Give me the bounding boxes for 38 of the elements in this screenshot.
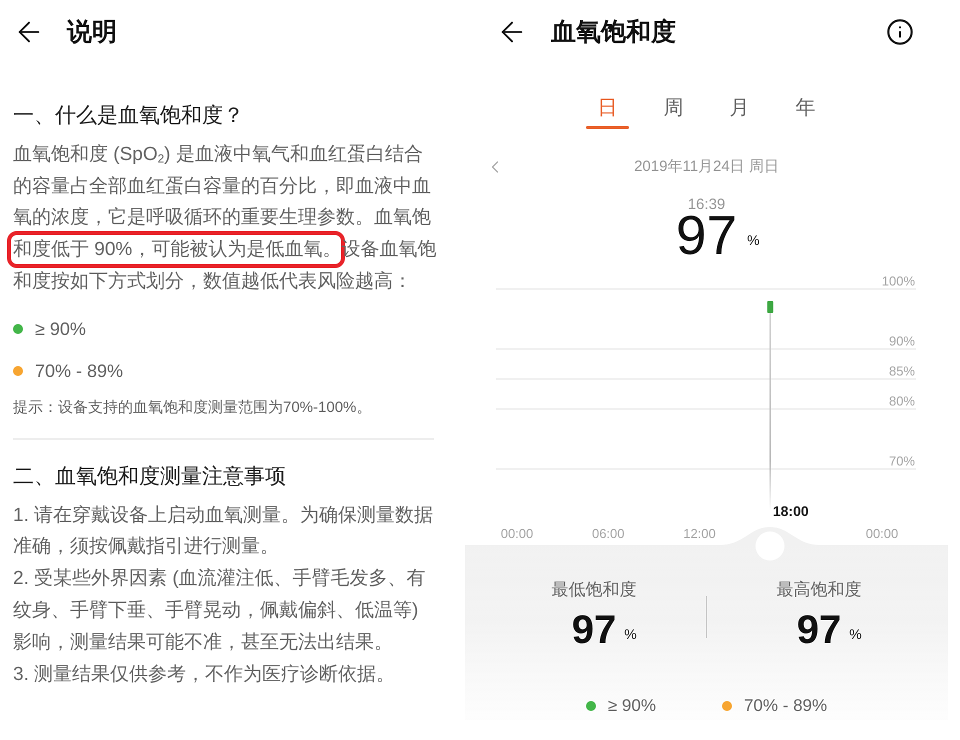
unit-label: %: [624, 626, 637, 642]
data-point: [767, 301, 774, 313]
scrubber-time-label: 18:00: [772, 503, 809, 520]
legend-label: ≥ 90%: [35, 318, 86, 341]
legend-label: 70% - 89%: [35, 360, 124, 383]
axis-label: 85%: [888, 364, 915, 378]
page-title: 说明: [67, 17, 117, 48]
axis-label: 100%: [882, 274, 915, 288]
axis-label: 06:00: [592, 526, 625, 541]
note-item: 2. 受某些外界因素 (血流灌注低、手臂毛发多、有纹身、手臂下垂、手臂晃动，佩戴偏斜、低温等) 影响，测量结果可能不准，甚至无法出结果。: [13, 567, 427, 655]
legend-label: ≥ 90%: [608, 695, 656, 717]
info-icon: [886, 18, 914, 46]
page-title: 血氧饱和度: [551, 17, 676, 48]
tip-text: 提示：设备支持的血氧饱和度测量范围为70%-100%。: [13, 398, 372, 418]
time-label: 16:39: [688, 197, 726, 213]
section-heading: 一、什么是血氧饱和度？: [13, 103, 244, 129]
axis-label: 12:00: [683, 526, 716, 541]
unit-label: %: [747, 232, 760, 248]
period-tab[interactable]: 年: [772, 90, 838, 130]
period-tab[interactable]: 月: [706, 90, 772, 130]
info-button[interactable]: [886, 18, 914, 46]
axis-label: 00:00: [500, 526, 534, 541]
stat-label: 最高饱和度: [776, 579, 862, 601]
stat-label: 最低饱和度: [552, 579, 636, 601]
axis-label: 90%: [888, 334, 915, 348]
period-tab[interactable]: 周: [640, 90, 706, 130]
stat-value: 97: [572, 608, 616, 652]
section-heading: 二、血氧饱和度测量注意事项: [13, 464, 286, 490]
legend-label: 70% - 89%: [744, 695, 828, 717]
period-tab[interactable]: 日: [574, 90, 640, 130]
note-item: 3. 测量结果仅供参考，不作为医疗诊断依据。: [13, 662, 396, 686]
unit-label: %: [849, 626, 862, 642]
axis-label: 80%: [888, 394, 915, 408]
axis-label: 00:00: [866, 526, 898, 541]
axis-label: 70%: [888, 454, 915, 468]
stat-value: 97: [796, 608, 842, 652]
note-item: 1. 请在穿戴设备上启动血氧测量。为确保测量数据准确，须按佩戴指引进行测量。: [13, 504, 434, 560]
date-label: 2019年11月24日 周日: [634, 157, 779, 177]
